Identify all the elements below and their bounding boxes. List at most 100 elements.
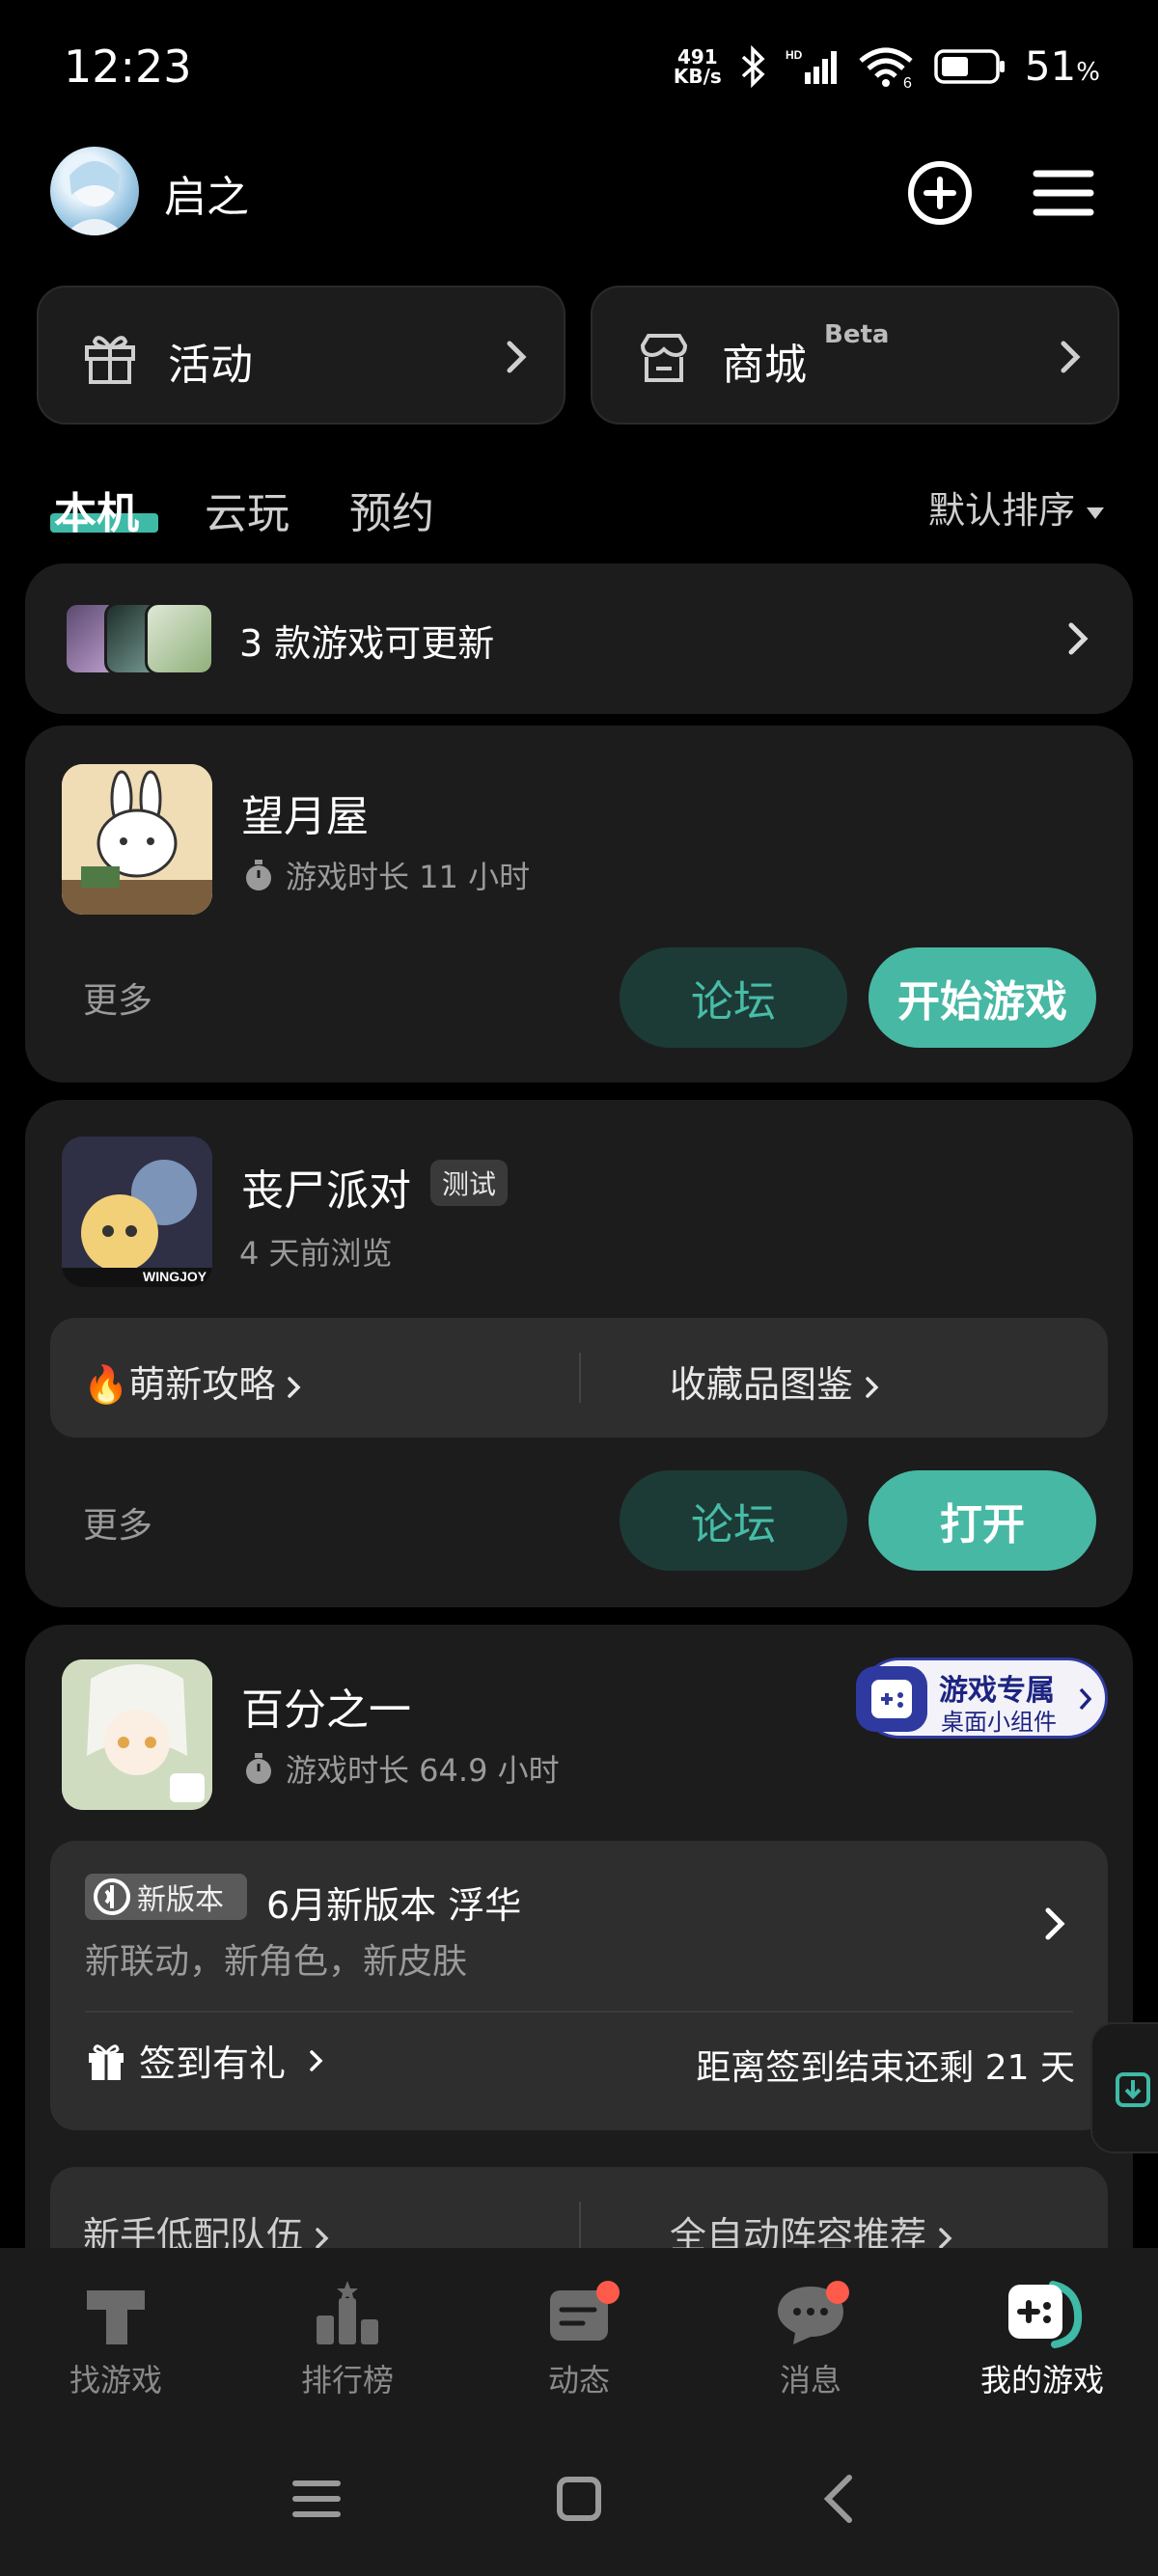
tab-local[interactable]: 本机 xyxy=(54,479,139,540)
game-playtime: 游戏时长 64.9 小时 xyxy=(241,1746,560,1791)
game-links-panel: 🔥萌新攻略 收藏品图鉴 xyxy=(50,1318,1108,1438)
activity-card[interactable]: 活动 xyxy=(37,286,565,425)
status-bar: 12:23 491 KB/s HD 6 51% xyxy=(0,0,1158,135)
version-panel[interactable]: 新版本 6月新版本 浮华 新联动，新角色，新皮肤 签到有礼 距离签到结束还剩 2… xyxy=(50,1841,1108,2130)
store-card[interactable]: 商城 Beta xyxy=(591,286,1119,425)
username[interactable]: 启之 xyxy=(164,162,249,224)
checkin-link[interactable]: 签到有礼 xyxy=(85,2034,326,2087)
avatar[interactable] xyxy=(50,147,139,235)
playtime-text: 游戏时长 64.9 小时 xyxy=(286,1752,560,1789)
wifi-icon: 6 xyxy=(859,47,913,88)
rabbit-image xyxy=(62,764,212,915)
new-version-badge: 新版本 xyxy=(85,1874,247,1920)
newbie-guide-link[interactable]: 🔥萌新攻略 xyxy=(83,1355,304,1408)
tab-local-label: 本机 xyxy=(54,489,139,538)
new-version-label: 新版本 xyxy=(137,1883,224,1917)
version-subtitle: 新联动，新角色，新皮肤 xyxy=(85,1942,468,1982)
back-icon[interactable] xyxy=(803,2460,880,2537)
nav-find-label: 找游戏 xyxy=(69,2362,162,2398)
download-icon xyxy=(1116,2072,1150,2107)
game-name[interactable]: 百分之一 xyxy=(241,1675,411,1737)
game-icon[interactable]: WINGJOY xyxy=(62,1137,212,1287)
activity-label: 活动 xyxy=(168,341,253,390)
zombie-party-image: WINGJOY xyxy=(62,1137,212,1287)
playtime-text: 游戏时长 11 小时 xyxy=(286,859,531,895)
store-label: 商城 xyxy=(722,341,807,390)
start-game-button[interactable]: 开始游戏 xyxy=(868,947,1096,1048)
clock: 12:23 xyxy=(64,41,192,93)
open-button[interactable]: 打开 xyxy=(868,1470,1096,1571)
game-icon[interactable] xyxy=(62,1659,212,1810)
battery-value: 51 xyxy=(1024,42,1077,90)
update-game-icons xyxy=(64,602,218,675)
network-speed: 491 KB/s xyxy=(674,47,722,86)
update-text: 3 款游戏可更新 xyxy=(239,622,495,665)
battery-unit: % xyxy=(1076,58,1100,87)
chevron-right-icon xyxy=(310,2049,323,2071)
ranking-icon xyxy=(317,2281,378,2344)
test-badge: 测试 xyxy=(430,1160,509,1206)
divider xyxy=(579,1353,581,1403)
tab-reserve[interactable]: 预约 xyxy=(349,479,434,540)
checkin-label: 签到有礼 xyxy=(139,2042,287,2085)
last-viewed: 4 天前浏览 xyxy=(239,1235,393,1272)
gift-icon xyxy=(89,2043,124,2080)
avatar-image xyxy=(64,161,125,235)
more-button[interactable]: 更多 xyxy=(83,973,152,1023)
signal-icon: HD xyxy=(786,48,837,84)
widget-subtitle: 桌面小组件 xyxy=(941,1709,1057,1736)
game-thumb xyxy=(145,602,214,675)
bluetooth-icon xyxy=(741,44,765,88)
game-name[interactable]: 望月屋 xyxy=(241,781,369,843)
network-speed-unit: KB/s xyxy=(673,64,722,88)
game-icon[interactable] xyxy=(62,764,212,915)
bottom-nav: 找游戏 排行榜 动态 消息 我的游戏 xyxy=(0,2248,1158,2422)
nav-my-games[interactable]: 我的游戏 xyxy=(926,2267,1158,2422)
nav-feed[interactable]: 动态 xyxy=(463,2267,695,2422)
system-nav-bar xyxy=(0,2422,1158,2576)
update-banner[interactable]: 3 款游戏可更新 xyxy=(25,563,1133,714)
version-logo-icon xyxy=(94,1878,130,1915)
svg-text:WINGJOY: WINGJOY xyxy=(143,1269,207,1284)
nav-find-games[interactable]: 找游戏 xyxy=(0,2267,232,2422)
network-speed-value: 491 xyxy=(676,44,718,69)
game-card: WINGJOY 丧尸派对 测试 4 天前浏览 🔥萌新攻略 收藏品图鉴 更多 论坛… xyxy=(25,1100,1133,1607)
svg-text:HD: HD xyxy=(786,48,803,62)
floating-download-tab[interactable] xyxy=(1090,2022,1158,2153)
checkin-remaining: 距离签到结束还剩 21 天 xyxy=(696,2048,1075,2088)
stopwatch-icon xyxy=(246,860,271,891)
menu-icon[interactable] xyxy=(1027,156,1100,230)
gamepad-icon xyxy=(856,1666,927,1732)
forum-button[interactable]: 论坛 xyxy=(620,1470,847,1571)
caret-down-icon xyxy=(1087,507,1104,519)
sort-label: 默认排序 xyxy=(927,489,1075,532)
nav-messages[interactable]: 消息 xyxy=(695,2267,926,2422)
nav-my-games-label: 我的游戏 xyxy=(979,2362,1104,2398)
sort-dropdown[interactable]: 默认排序 xyxy=(928,480,1104,534)
chevron-right-icon xyxy=(1068,622,1089,655)
desktop-widget-button[interactable]: 游戏专属 桌面小组件 xyxy=(856,1658,1108,1739)
nav-feed-label: 动态 xyxy=(547,2362,610,2398)
fire-icon: 🔥 xyxy=(83,1363,129,1406)
notification-dot xyxy=(826,2281,849,2304)
game-name[interactable]: 丧尸派对 xyxy=(241,1156,411,1218)
svg-text:6: 6 xyxy=(903,75,912,88)
notification-dot xyxy=(596,2281,620,2304)
beta-badge: Beta xyxy=(824,320,890,349)
newbie-guide-label: 萌新攻略 xyxy=(128,1363,276,1406)
collectibles-link[interactable]: 收藏品图鉴 xyxy=(670,1355,882,1408)
game-card: 望月屋 游戏时长 11 小时 更多 论坛 开始游戏 xyxy=(25,726,1133,1082)
recents-menu-icon[interactable] xyxy=(278,2460,355,2537)
nav-ranking[interactable]: 排行榜 xyxy=(232,2267,463,2422)
chevron-right-icon xyxy=(288,1376,301,1398)
game-card: 百分之一 游戏时长 64.9 小时 游戏专属 桌面小组件 新版本 6月新版本 浮… xyxy=(25,1625,1133,2302)
more-button[interactable]: 更多 xyxy=(83,1497,152,1548)
battery-percent: 51% xyxy=(1025,42,1100,90)
stopwatch-icon xyxy=(246,1753,271,1784)
store-icon xyxy=(640,334,688,382)
tab-cloud[interactable]: 云玩 xyxy=(205,479,290,540)
home-icon[interactable] xyxy=(540,2460,618,2537)
add-circle-icon[interactable] xyxy=(903,156,977,230)
forum-button[interactable]: 论坛 xyxy=(620,947,847,1048)
game-playtime: 游戏时长 11 小时 xyxy=(241,853,530,897)
